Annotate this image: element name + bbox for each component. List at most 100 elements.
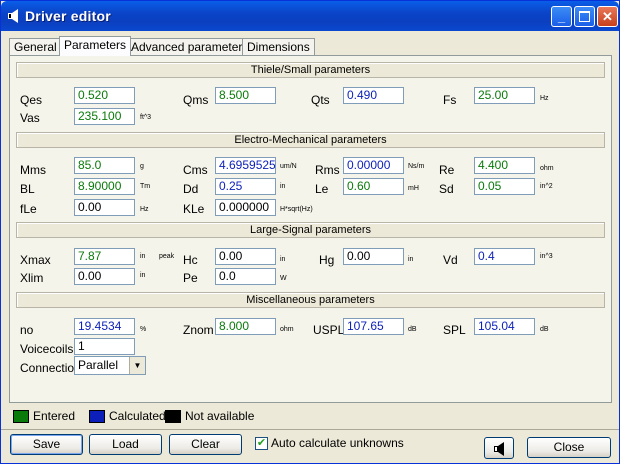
chevron-down-icon[interactable]: ▼ bbox=[129, 357, 145, 374]
calculated-label: Calculated bbox=[109, 409, 166, 423]
section-large-signal: Large-Signal parameters bbox=[16, 222, 605, 238]
vd-label: Vd bbox=[443, 253, 458, 267]
load-button[interactable]: Load bbox=[89, 434, 162, 455]
footer-divider bbox=[1, 429, 619, 430]
section-miscellaneous: Miscellaneous parameters bbox=[16, 292, 605, 308]
fle-unit: Hz bbox=[140, 206, 149, 213]
qts-field[interactable]: 0.490 bbox=[343, 87, 404, 104]
sd-unit: in^2 bbox=[540, 183, 553, 190]
pe-label: Pe bbox=[183, 271, 198, 285]
checkmark-icon: ✔ bbox=[256, 437, 267, 449]
xmax-field[interactable]: 7.87 bbox=[74, 248, 135, 265]
bl-label: BL bbox=[20, 182, 35, 196]
no-field[interactable]: 19.4534 bbox=[74, 318, 135, 335]
no-label: no bbox=[20, 323, 34, 337]
qms-label: Qms bbox=[183, 93, 209, 107]
kle-field[interactable]: 0.000000 bbox=[215, 199, 276, 216]
le-label: Le bbox=[315, 182, 329, 196]
speaker-icon bbox=[494, 442, 504, 456]
uspl-label: USPL bbox=[313, 323, 345, 337]
vas-label: Vas bbox=[20, 111, 40, 125]
tab-advanced-parameters[interactable]: Advanced parameters bbox=[126, 38, 254, 55]
parameters-panel: Thiele/Small parameters Qes 0.520 Qms 8.… bbox=[9, 55, 612, 403]
dd-label: Dd bbox=[183, 182, 199, 196]
hg-label: Hg bbox=[319, 253, 335, 267]
speaker-icon bbox=[8, 9, 18, 23]
rms-field[interactable]: 0.00000 bbox=[343, 157, 404, 174]
le-field[interactable]: 0.60 bbox=[343, 178, 404, 195]
auto-calculate-checkbox[interactable]: ✔ bbox=[255, 437, 268, 450]
qts-label: Qts bbox=[311, 93, 330, 107]
connection-label: Connection bbox=[20, 361, 81, 375]
maximize-button[interactable] bbox=[574, 6, 595, 27]
clear-button[interactable]: Clear bbox=[169, 434, 242, 455]
calculated-swatch bbox=[89, 410, 105, 423]
tab-parameters[interactable]: Parameters bbox=[59, 36, 132, 56]
vd-field[interactable]: 0.4 bbox=[474, 248, 535, 265]
vas-field[interactable]: 235.100 bbox=[74, 108, 135, 125]
connection-value: Parallel bbox=[78, 358, 119, 372]
mms-label: Mms bbox=[20, 163, 46, 177]
tab-dimensions[interactable]: Dimensions bbox=[242, 38, 315, 55]
dd-field[interactable]: 0.25 bbox=[215, 178, 276, 195]
hc-label: Hc bbox=[183, 253, 198, 267]
spl-field[interactable]: 105.04 bbox=[474, 318, 535, 335]
bl-field[interactable]: 8.90000 bbox=[74, 178, 135, 195]
section-electro-mechanical: Electro-Mechanical parameters bbox=[16, 132, 605, 148]
znom-unit: ohm bbox=[280, 326, 294, 333]
xlim-unit: in bbox=[140, 272, 146, 279]
hc-field[interactable]: 0.00 bbox=[215, 248, 276, 265]
znom-field[interactable]: 8.000 bbox=[215, 318, 276, 335]
vas-unit: ft^3 bbox=[140, 114, 152, 121]
xlim-label: Xlim bbox=[20, 271, 44, 285]
xmax-label: Xmax bbox=[20, 253, 51, 267]
fle-label: fLe bbox=[20, 202, 37, 216]
kle-unit: H*sqrt(Hz) bbox=[280, 206, 313, 213]
sd-field[interactable]: 0.05 bbox=[474, 178, 535, 195]
minimize-icon: _ bbox=[557, 9, 566, 24]
re-unit: ohm bbox=[540, 165, 554, 172]
xmax-peak-note: peak bbox=[159, 253, 175, 260]
save-button[interactable]: Save bbox=[10, 434, 83, 455]
qes-field[interactable]: 0.520 bbox=[74, 87, 135, 104]
xlim-field[interactable]: 0.00 bbox=[74, 268, 135, 285]
qes-label: Qes bbox=[20, 93, 43, 107]
le-unit: mH bbox=[408, 185, 419, 192]
uspl-field[interactable]: 107.65 bbox=[343, 318, 404, 335]
voicecoils-field[interactable]: 1 bbox=[74, 338, 135, 355]
minimize-button[interactable]: _ bbox=[551, 6, 572, 27]
cms-unit: um/N bbox=[280, 163, 297, 170]
not-available-label: Not available bbox=[185, 409, 255, 423]
auto-calculate-label[interactable]: Auto calculate unknowns bbox=[271, 436, 404, 450]
tab-general[interactable]: General bbox=[9, 38, 62, 55]
fs-label: Fs bbox=[443, 93, 457, 107]
connection-select[interactable]: Parallel ▼ bbox=[74, 356, 146, 375]
hg-field[interactable]: 0.00 bbox=[343, 248, 404, 265]
pe-field[interactable]: 0.0 bbox=[215, 268, 276, 285]
re-field[interactable]: 4.400 bbox=[474, 157, 535, 174]
title-bar[interactable]: Driver editor _ ✕ bbox=[1, 1, 619, 31]
cms-field[interactable]: 4.6959525 bbox=[215, 157, 276, 174]
close-window-button[interactable]: ✕ bbox=[597, 6, 618, 27]
close-icon: ✕ bbox=[602, 8, 613, 24]
uspl-unit: dB bbox=[408, 326, 417, 333]
not-available-swatch bbox=[165, 410, 181, 423]
entered-swatch bbox=[13, 410, 29, 423]
spl-unit: dB bbox=[540, 326, 549, 333]
xmax-unit: in bbox=[140, 253, 146, 260]
dd-unit: in bbox=[280, 183, 286, 190]
qms-field[interactable]: 8.500 bbox=[215, 87, 276, 104]
entered-label: Entered bbox=[33, 409, 76, 423]
section-thiele-small: Thiele/Small parameters bbox=[16, 62, 605, 78]
fs-field[interactable]: 25.00 bbox=[474, 87, 535, 104]
speaker-button[interactable] bbox=[484, 437, 514, 459]
znom-label: Znom bbox=[183, 323, 214, 337]
mms-field[interactable]: 85.0 bbox=[74, 157, 135, 174]
close-button[interactable]: Close bbox=[527, 437, 611, 458]
cms-label: Cms bbox=[183, 163, 208, 177]
sd-label: Sd bbox=[439, 182, 454, 196]
window-title: Driver editor bbox=[25, 8, 111, 24]
mms-unit: g bbox=[140, 163, 144, 170]
hg-unit: in bbox=[408, 256, 414, 263]
fle-field[interactable]: 0.00 bbox=[74, 199, 135, 216]
